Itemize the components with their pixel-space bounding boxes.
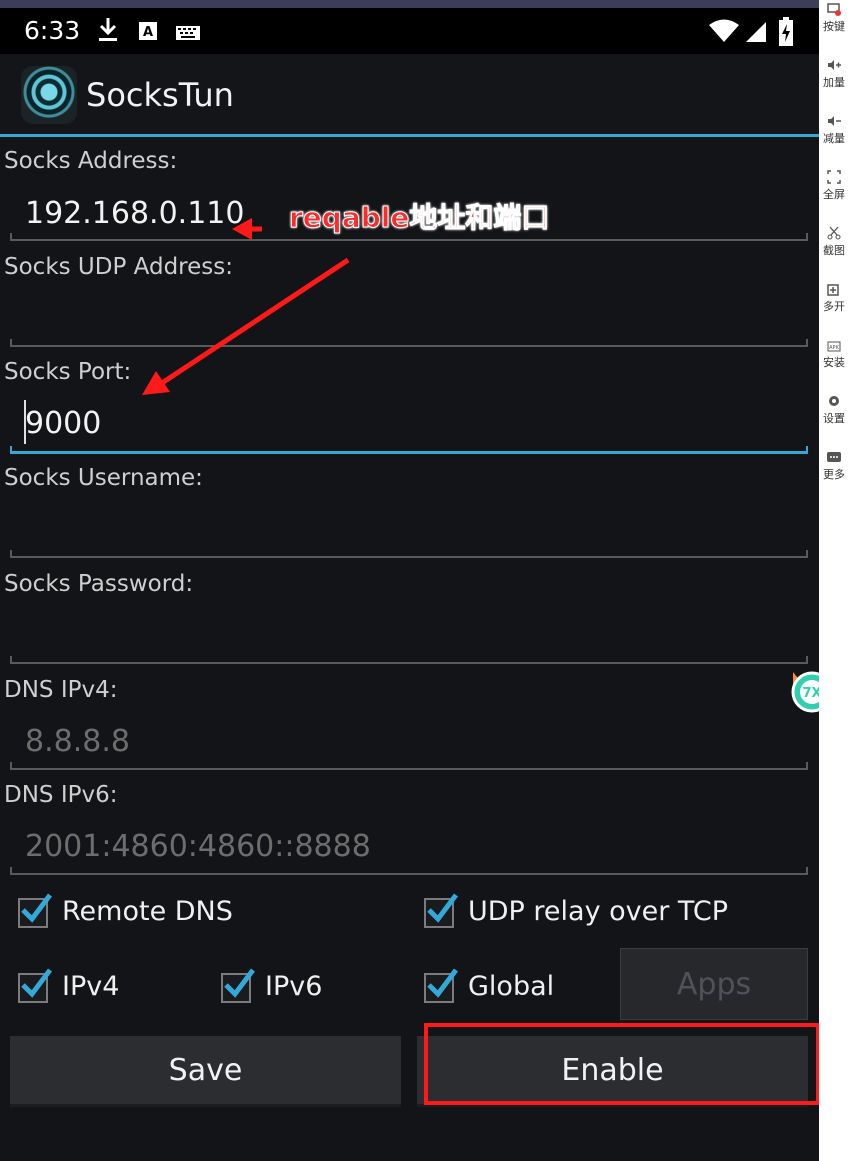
more-icon [827,452,841,462]
sidebar-label: 按键 [823,20,845,33]
sidebar-item-settings[interactable]: 设置 [819,394,849,426]
sidebar-label: 更多 [823,468,845,481]
annotation-label: reqable地址和端口 [288,201,550,235]
gear-icon [829,396,839,406]
sidebar-label: 截图 [823,244,845,257]
sidebar-item-multi-instance[interactable]: 多开 [819,282,849,314]
scissors-icon [827,226,841,240]
arrow-to-port [142,257,350,395]
volume-down-icon [828,116,841,126]
svg-text:APK: APK [829,345,839,351]
volume-up-icon [828,60,841,70]
sidebar-item-volume-down[interactable]: 减量 [819,114,849,146]
keyboard-icon [827,3,841,16]
sidebar-label: 减量 [823,132,845,145]
sidebar-label: 多开 [823,300,845,313]
sidebar-label: 设置 [823,412,845,425]
apk-icon: APK [827,341,841,352]
sidebar-label: 全屏 [823,188,845,201]
fullscreen-icon [827,170,841,184]
sidebar-item-fullscreen[interactable]: 全屏 [819,170,849,202]
sidebar-label: 安装 [823,356,845,369]
sidebar-item-screenshot[interactable]: 截图 [819,226,849,258]
annotation-arrows [142,218,350,395]
multi-window-icon [827,284,839,296]
sidebar-item-keymap[interactable]: 按键 [819,2,849,34]
annotation-highlight-box [424,1023,820,1105]
sidebar-item-volume-up[interactable]: 加量 [819,58,849,90]
sidebar-item-more[interactable]: 更多 [819,450,849,482]
arrow-to-address [232,218,262,240]
emulator-sidebar: 按键 加量 减量 全屏 截图 多开 APK 安装 设置 更多 [819,0,849,1161]
sidebar-label: 加量 [823,76,845,89]
sidebar-item-install-apk[interactable]: APK 安装 [819,338,849,370]
